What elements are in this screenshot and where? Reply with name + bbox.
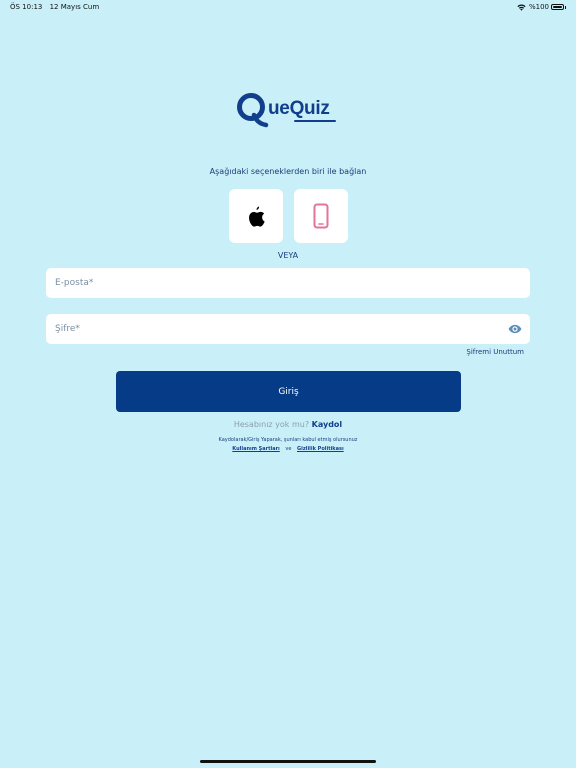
battery-percentage: %100 bbox=[528, 3, 549, 11]
email-field[interactable] bbox=[46, 268, 475, 298]
status-date: 12 Mayıs Cum bbox=[49, 3, 100, 11]
status-bar: ÖS 10:13 12 Mayıs Cum %100 bbox=[0, 0, 576, 14]
terms-separator: ve bbox=[285, 446, 292, 452]
home-indicator[interactable] bbox=[200, 760, 376, 763]
status-time: ÖS 10:13 bbox=[10, 3, 43, 11]
phone-signin-button[interactable] bbox=[294, 189, 348, 243]
signup-question: Hesabınız yok mu? bbox=[233, 420, 310, 429]
email-field-container bbox=[46, 268, 530, 298]
battery-tip bbox=[565, 5, 566, 9]
privacy-policy-link[interactable]: Gizlilik Politikası bbox=[297, 446, 344, 452]
eye-icon[interactable] bbox=[508, 322, 522, 336]
logo-q-icon bbox=[237, 93, 269, 128]
app-logo: ueQuiz bbox=[236, 92, 346, 128]
wifi-icon bbox=[517, 3, 526, 11]
forgot-password-link[interactable]: Şifremi Unuttum bbox=[466, 348, 524, 356]
or-divider-label: VEYA bbox=[277, 251, 299, 260]
connect-label: Aşağıdaki seçeneklerden biri ile bağlan bbox=[209, 167, 367, 176]
signup-link[interactable]: Kaydol bbox=[312, 420, 343, 429]
terms-notice: Kaydolarak/Giriş Yaparak, şunları kabul … bbox=[218, 437, 358, 443]
logo-underline bbox=[294, 120, 336, 122]
logo-text: ueQuiz bbox=[268, 98, 330, 119]
phone-icon bbox=[313, 203, 329, 229]
battery-icon bbox=[551, 4, 564, 10]
signup-line: Hesabınız yok mu? Kaydol bbox=[0, 420, 576, 429]
status-left: ÖS 10:13 12 Mayıs Cum bbox=[10, 3, 104, 11]
password-field-container bbox=[46, 314, 530, 344]
status-right: %100 bbox=[517, 3, 566, 11]
terms-of-use-link[interactable]: Kullanım Şartları bbox=[232, 446, 279, 452]
apple-icon bbox=[249, 205, 265, 227]
terms-links: Kullanım Şartları ve Gizlilik Politikası bbox=[0, 446, 576, 452]
apple-signin-button[interactable] bbox=[229, 189, 283, 243]
password-field[interactable] bbox=[46, 314, 475, 344]
login-button[interactable]: Giriş bbox=[116, 371, 461, 412]
